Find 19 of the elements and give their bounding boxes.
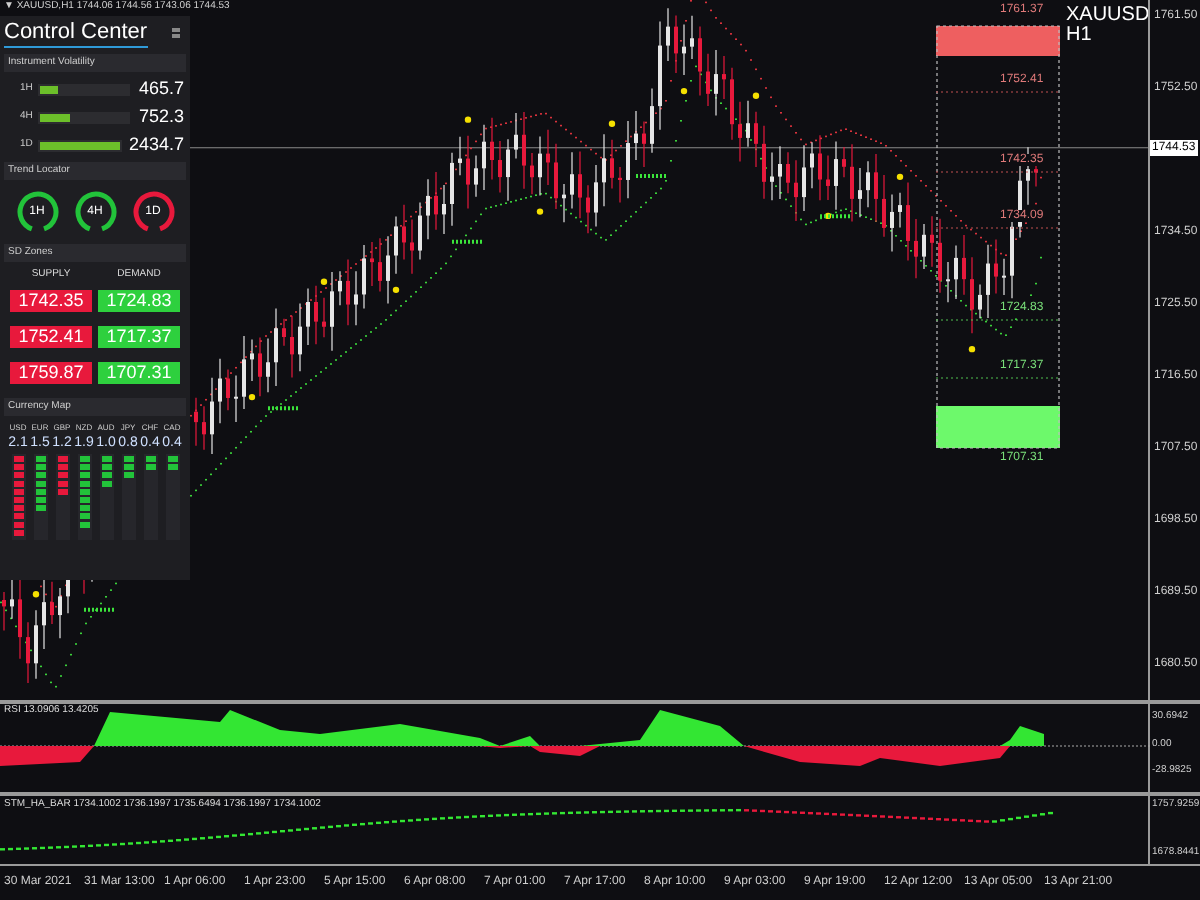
zone-level-line	[935, 377, 1061, 379]
zone-level-line	[935, 91, 1061, 93]
demand-price-cell: 1707.31	[98, 361, 180, 383]
menu-icon[interactable]	[172, 28, 180, 38]
chart-title: XAUUSD H1	[1066, 6, 1148, 46]
demand-price-cell: 1724.83	[98, 289, 180, 311]
zone-level-line	[935, 319, 1061, 321]
supply-zone-box	[936, 26, 1060, 56]
supply-price-cell: 1759.87	[10, 361, 92, 383]
volatility-value: 465.7	[138, 80, 186, 98]
demand-price-cell: 1717.37	[98, 325, 180, 347]
zone-level-line	[935, 227, 1061, 229]
panel-title: Control Center	[4, 20, 148, 48]
volatility-value: 2434.7	[128, 136, 186, 154]
demand-zone-box	[936, 406, 1060, 448]
supply-price-cell: 1752.41	[10, 325, 92, 347]
supply-price-cell: 1742.35	[10, 289, 92, 311]
volatility-value: 752.3	[138, 108, 186, 126]
zone-level-line	[935, 171, 1061, 173]
